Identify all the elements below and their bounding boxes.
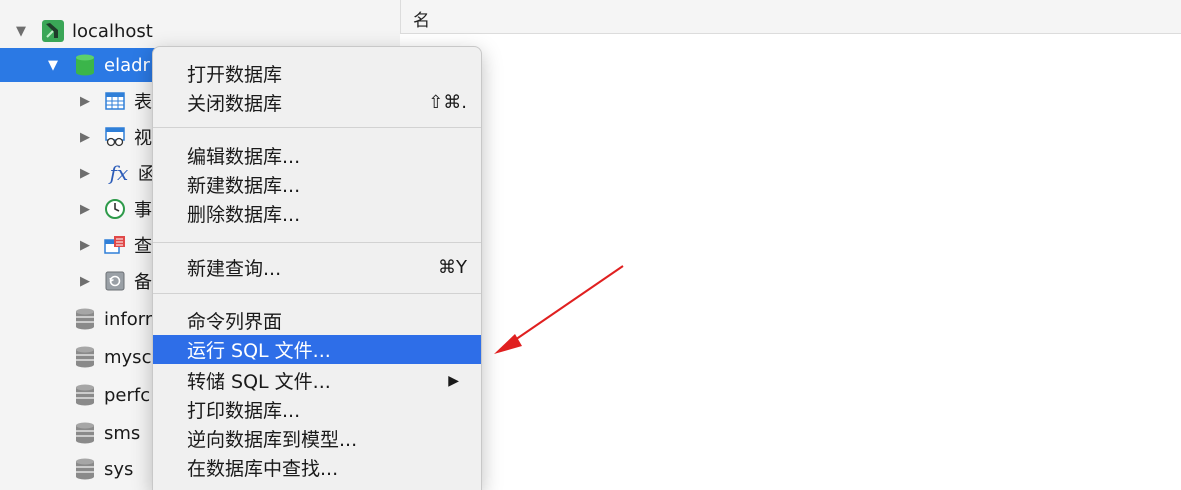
- menu-item-label: 删除数据库...: [187, 204, 301, 226]
- tree-item-label: sys: [104, 458, 134, 480]
- menu-item-label: 在数据库中查找...: [187, 458, 339, 480]
- disclosure-collapsed-icon[interactable]: ▶: [78, 94, 92, 109]
- tree-item-localhost[interactable]: ▼ localhost: [0, 14, 400, 48]
- menu-item-label: 新建数据库...: [187, 175, 301, 197]
- menu-item-label: 运行 SQL 文件...: [187, 340, 331, 362]
- chevron-right-icon: ▶: [448, 372, 459, 389]
- tree-item-label: sms: [104, 422, 141, 444]
- object-list-header: 名: [400, 0, 1181, 34]
- menu-item-run-sql-file[interactable]: 运行 SQL 文件...: [153, 335, 481, 364]
- menu-item-label: 关闭数据库: [187, 93, 283, 115]
- disclosure-collapsed-icon[interactable]: ▶: [78, 274, 92, 289]
- menu-item-delete-database[interactable]: 删除数据库...: [153, 199, 481, 228]
- disclosure-collapsed-icon[interactable]: ▶: [78, 238, 92, 253]
- menu-separator: [153, 127, 481, 128]
- disclosure-collapsed-icon[interactable]: ▶: [78, 202, 92, 217]
- tree-item-label: 事: [134, 200, 152, 221]
- tree-item-label: 查: [134, 236, 152, 257]
- menu-item-label: 转储 SQL 文件...: [187, 371, 331, 393]
- tree-item-label: inforr: [104, 308, 153, 330]
- menu-item-label: 打印数据库...: [187, 400, 301, 422]
- tree-item-label: mysc: [104, 346, 152, 368]
- disclosure-collapsed-icon[interactable]: ▶: [78, 130, 92, 145]
- tree-item-label: localhost: [72, 20, 153, 42]
- database-cylinder-icon: [74, 346, 96, 368]
- disclosure-expanded-icon[interactable]: ▼: [14, 24, 28, 39]
- menu-item-print-database[interactable]: 打印数据库...: [153, 395, 481, 424]
- database-cylinder-icon: [74, 458, 96, 480]
- navicat-connection-icon: [42, 20, 64, 42]
- database-cylinder-icon: [74, 422, 96, 444]
- menu-item-label: 编辑数据库...: [187, 146, 301, 168]
- disclosure-expanded-icon[interactable]: ▼: [46, 58, 60, 73]
- query-icon: [104, 234, 126, 256]
- function-fx-icon: fx: [109, 161, 129, 185]
- menu-separator: [153, 293, 481, 294]
- menu-item-reverse-to-model[interactable]: 逆向数据库到模型...: [153, 424, 481, 453]
- tree-item-label: eladr: [104, 54, 150, 76]
- tree-item-label: perfc: [104, 384, 151, 406]
- menu-item-open-database[interactable]: 打开数据库: [153, 59, 481, 88]
- tree-item-label: 表: [134, 92, 152, 113]
- menu-item-new-database[interactable]: 新建数据库...: [153, 170, 481, 199]
- arrow-head-icon: [494, 334, 522, 354]
- keyboard-shortcut: ⇧⌘.: [428, 92, 467, 113]
- menu-item-label: 命令列界面: [187, 311, 283, 333]
- menu-separator: [153, 242, 481, 243]
- column-header-name[interactable]: 名: [413, 6, 430, 31]
- backup-icon: [104, 270, 126, 292]
- tree-item-label: 视: [134, 128, 152, 149]
- arrow-shaft: [511, 265, 624, 343]
- database-cylinder-icon: [74, 308, 96, 330]
- database-cylinder-icon: [74, 54, 96, 76]
- tree-item-label: 备: [134, 272, 152, 293]
- database-context-menu: 打开数据库 关闭数据库 ⇧⌘. 编辑数据库... 新建数据库... 删除数据库.…: [152, 46, 482, 490]
- menu-item-label: 新建查询...: [187, 258, 282, 280]
- table-grid-icon: [104, 90, 126, 112]
- menu-item-close-database[interactable]: 关闭数据库 ⇧⌘.: [153, 88, 481, 117]
- disclosure-collapsed-icon[interactable]: ▶: [78, 166, 92, 181]
- menu-item-label: 逆向数据库到模型...: [187, 429, 358, 451]
- menu-item-find-in-database[interactable]: 在数据库中查找...: [153, 453, 481, 482]
- menu-item-dump-sql-file[interactable]: 转储 SQL 文件... ▶: [153, 366, 481, 395]
- menu-item-command-line[interactable]: 命令列界面: [153, 306, 481, 335]
- clock-event-icon: [104, 198, 126, 220]
- database-cylinder-icon: [74, 384, 96, 406]
- menu-item-label: 打开数据库: [187, 64, 283, 86]
- menu-item-edit-database[interactable]: 编辑数据库...: [153, 141, 481, 170]
- keyboard-shortcut: ⌘Y: [438, 257, 467, 278]
- view-icon: [104, 126, 126, 148]
- menu-item-new-query[interactable]: 新建查询... ⌘Y: [153, 253, 481, 282]
